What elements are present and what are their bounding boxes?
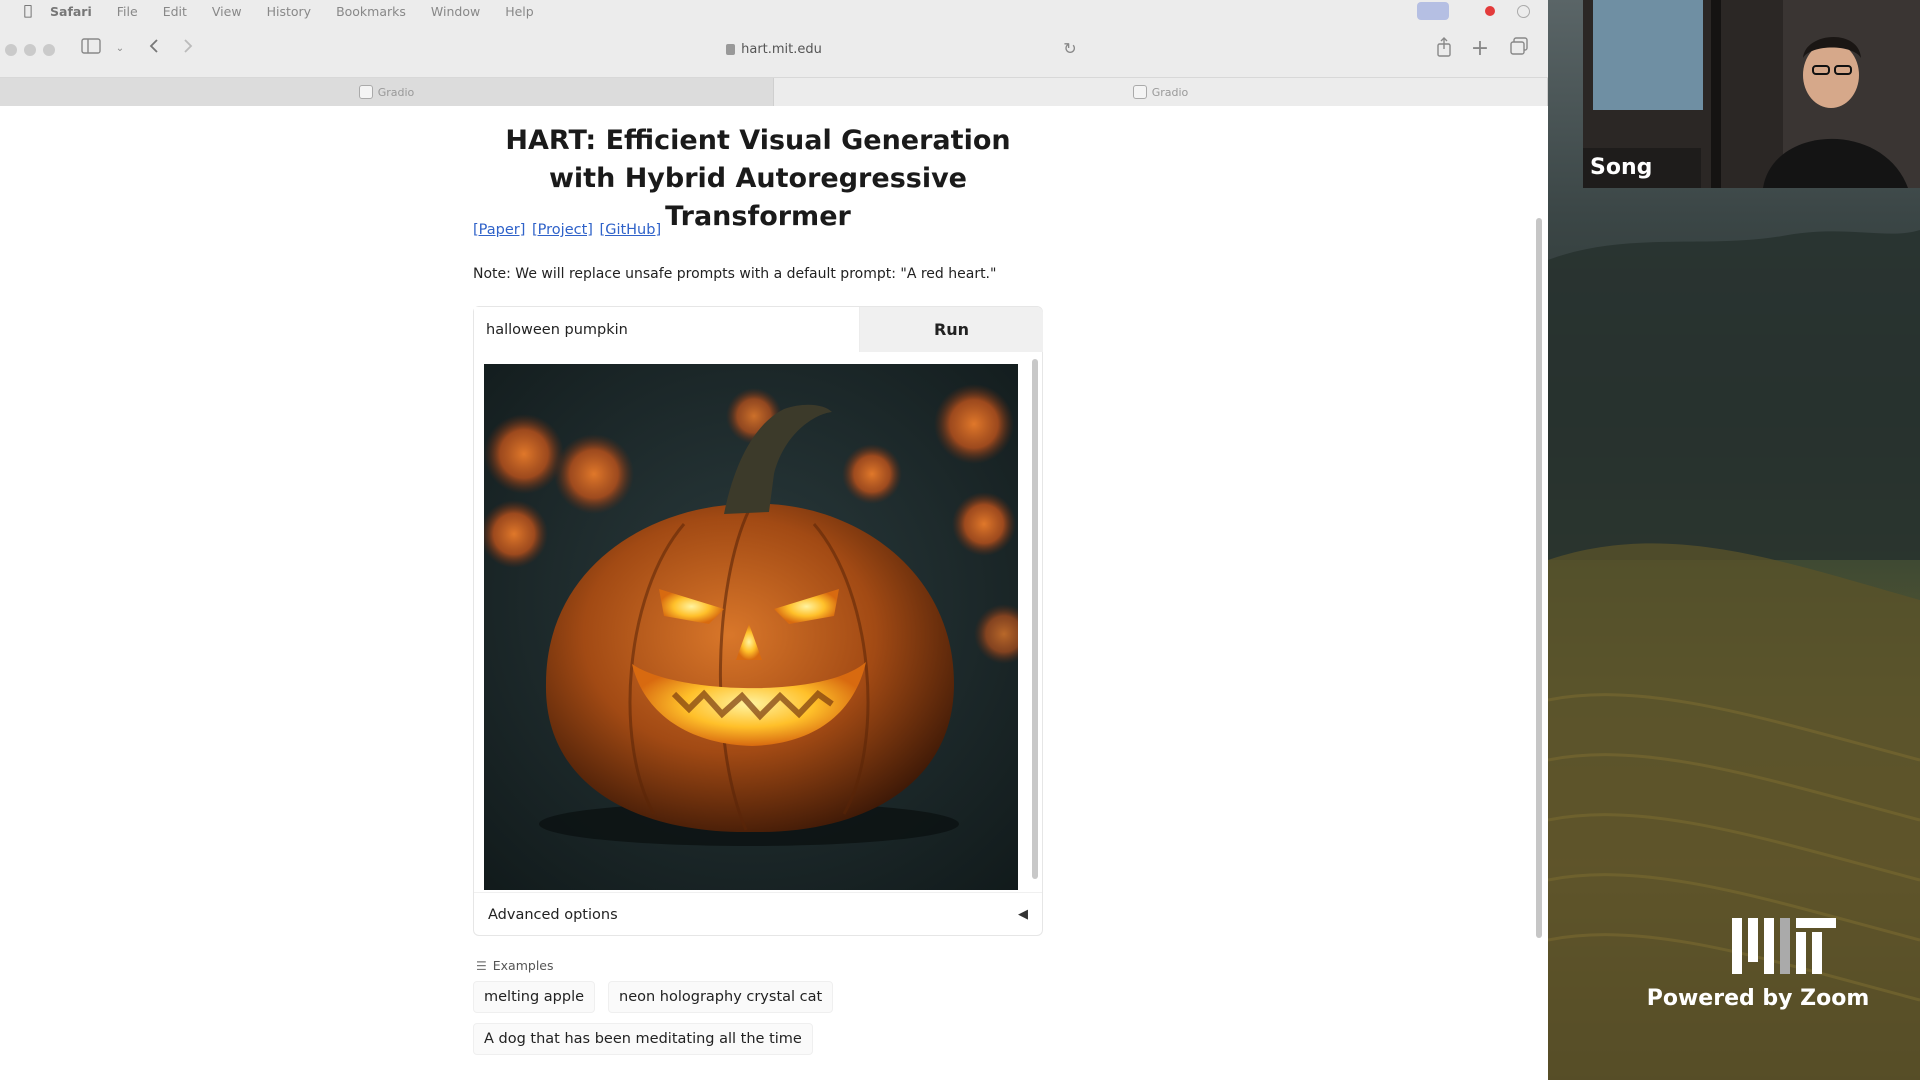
page-scrollbar[interactable] xyxy=(1536,218,1542,938)
menu-view[interactable]: View xyxy=(212,4,242,19)
screen-share-indicator-icon[interactable] xyxy=(1417,2,1449,20)
example-meditating-dog[interactable]: A dog that has been meditating all the t… xyxy=(473,1023,813,1055)
share-icon[interactable] xyxy=(1434,37,1454,61)
list-icon: ☰ xyxy=(476,958,487,973)
speaker-name-label: Song Han xyxy=(1583,148,1701,188)
menu-window[interactable]: Window xyxy=(431,4,480,19)
generation-panel: Run xyxy=(473,306,1043,936)
powered-by-zoom: Powered by Zoom xyxy=(1646,986,1870,1011)
menu-file[interactable]: File xyxy=(117,4,138,19)
examples-label: Examples xyxy=(492,958,554,973)
advanced-options-label: Advanced options xyxy=(488,906,618,923)
gradio-favicon-icon xyxy=(358,85,373,99)
menu-bookmarks[interactable]: Bookmarks xyxy=(336,4,406,19)
github-link[interactable]: [GitHub] xyxy=(600,222,662,238)
example-neon-crystal-cat[interactable]: neon holography crystal cat xyxy=(608,981,834,1013)
menu-history[interactable]: History xyxy=(267,4,311,19)
gradio-favicon-icon xyxy=(1132,85,1147,99)
chevron-right-icon[interactable] xyxy=(178,37,198,61)
close-window-button[interactable] xyxy=(5,44,17,56)
web-page: HART: Efficient Visual Generation with H… xyxy=(0,106,1548,1080)
menu-edit[interactable]: Edit xyxy=(163,4,187,19)
menu-help[interactable]: Help xyxy=(505,4,534,19)
tab-gradio-1[interactable]: Gradio xyxy=(0,78,774,106)
zoom-window-button[interactable] xyxy=(43,44,55,56)
tab-label: Gradio xyxy=(377,85,415,99)
run-button[interactable]: Run xyxy=(860,307,1043,352)
tab-gradio-2[interactable]: Gradio xyxy=(774,78,1548,106)
lock-icon xyxy=(726,43,736,55)
image-scrollbar[interactable] xyxy=(1032,359,1038,879)
control-center-icon[interactable] xyxy=(1517,4,1530,18)
mit-logo xyxy=(1732,918,1836,978)
address-url: hart.mit.edu xyxy=(741,41,822,57)
address-bar[interactable]: hart.mit.edu xyxy=(454,34,1094,64)
generated-image xyxy=(484,364,1018,890)
menu-bar:  Safari File Edit View History Bookmark… xyxy=(0,0,1548,22)
recording-status-icon[interactable] xyxy=(1485,6,1495,16)
caret-left-icon: ◀ xyxy=(1018,907,1028,922)
browser-toolbar: ⌄ hart.mit.edu ↻ + xyxy=(0,22,1548,78)
page-title: HART: Efficient Visual Generation with H… xyxy=(505,125,1011,232)
sidebar-icon[interactable] xyxy=(80,37,102,61)
minimize-window-button[interactable] xyxy=(24,44,36,56)
tab-bar: Gradio Gradio xyxy=(0,78,1548,106)
chevron-left-icon[interactable] xyxy=(144,37,164,61)
safety-note: Note: We will replace unsafe prompts wit… xyxy=(473,266,997,282)
plus-icon[interactable]: + xyxy=(1470,37,1490,61)
apple-icon[interactable]:  xyxy=(20,3,36,19)
paper-link[interactable]: [Paper] xyxy=(473,222,525,238)
chevron-down-icon[interactable]: ⌄ xyxy=(114,37,126,61)
tab-label: Gradio xyxy=(1151,85,1189,99)
zoom-video-panel: Song Han Powered by Zoom xyxy=(1548,0,1920,1080)
speaker-video[interactable]: Song Han xyxy=(1583,0,1920,188)
examples-header: ☰ Examples xyxy=(476,958,554,973)
prompt-input[interactable] xyxy=(474,307,860,352)
reload-icon[interactable]: ↻ xyxy=(1060,37,1080,61)
example-melting-apple[interactable]: melting apple xyxy=(473,981,596,1013)
reference-links: [Paper] [Project] [GitHub] xyxy=(473,222,663,238)
menu-app-safari[interactable]: Safari xyxy=(50,4,92,19)
project-link[interactable]: [Project] xyxy=(532,222,593,238)
advanced-options-accordion[interactable]: Advanced options ◀ xyxy=(474,892,1042,936)
tabs-icon[interactable] xyxy=(1508,37,1530,61)
